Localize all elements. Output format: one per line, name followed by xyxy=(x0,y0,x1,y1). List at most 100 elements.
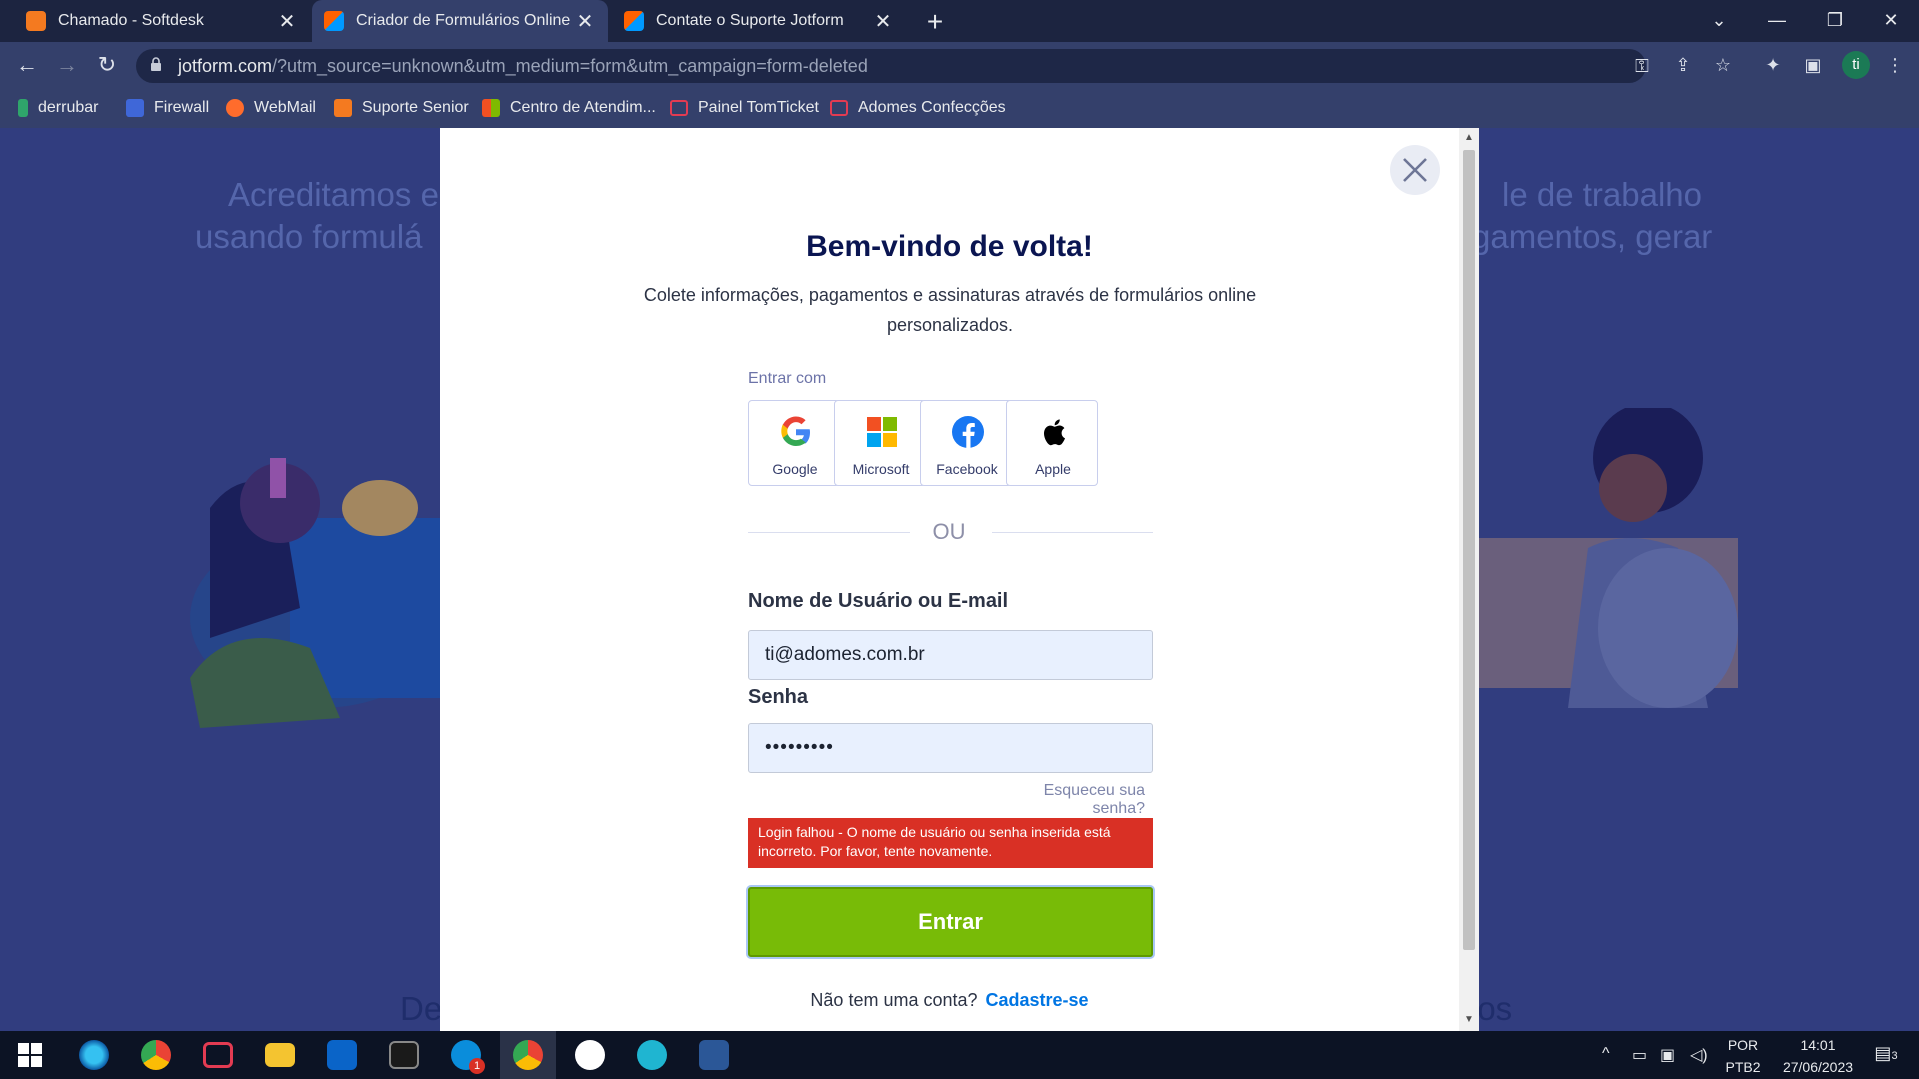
jotform-icon xyxy=(324,11,344,31)
bookmark-centro-atendimento[interactable]: Centro de Atendim... xyxy=(482,88,656,128)
microsoft-login-button[interactable]: Microsoft xyxy=(834,400,926,486)
or-separator: OU xyxy=(932,519,966,544)
tab-jotform-support[interactable]: Contate o Suporte Jotform ✕ xyxy=(610,0,906,42)
close-modal-button[interactable] xyxy=(1390,145,1440,195)
no-account-text: Não tem uma conta? xyxy=(810,990,978,1010)
whatsapp-icon xyxy=(575,1040,605,1070)
tab-jotform-builder[interactable]: Criador de Formulários Online Gr ✕ xyxy=(312,0,608,42)
background-heading: gamentos, gerar xyxy=(1472,218,1713,255)
signup-link[interactable]: Cadastre-se xyxy=(986,990,1089,1010)
firewall-icon xyxy=(126,99,144,117)
leaf-icon xyxy=(18,99,28,117)
taskbar-outlook[interactable] xyxy=(314,1031,370,1079)
bookmark-adomes[interactable]: Adomes Confecções xyxy=(830,88,1006,128)
woman-at-desk-illustration xyxy=(1478,408,1738,708)
bookmark-derrubar[interactable]: derrubar xyxy=(18,88,98,128)
close-tab-icon[interactable]: ✕ xyxy=(572,9,598,34)
side-panel-icon[interactable]: ▣ xyxy=(1798,50,1828,80)
reload-button[interactable]: ↻ xyxy=(92,50,122,80)
username-input[interactable]: ti@adomes.com.br xyxy=(748,630,1153,680)
google-login-button[interactable]: Google xyxy=(748,400,840,486)
tab-search-chevron-icon[interactable]: ⌄ xyxy=(1690,0,1748,42)
login-subtitle: Colete informações, pagamentos e assinat… xyxy=(643,285,1257,335)
folder-icon xyxy=(265,1043,295,1067)
close-window-button[interactable]: ✕ xyxy=(1862,0,1919,42)
page-content: Acreditamos e usando formulá le de traba… xyxy=(0,128,1919,1031)
facebook-login-button[interactable]: Facebook xyxy=(920,400,1012,486)
bookmark-label: derrubar xyxy=(38,99,99,116)
outlook-icon xyxy=(327,1040,357,1070)
profile-avatar[interactable]: ti xyxy=(1842,51,1870,79)
new-tab-button[interactable]: + xyxy=(920,6,950,38)
password-input[interactable]: ••••••••• xyxy=(748,723,1153,773)
forgot-password-link[interactable]: Esqueceu sua senha? xyxy=(990,782,1145,818)
back-button[interactable]: ← xyxy=(12,50,42,80)
bookmark-painel-tomticket[interactable]: Painel TomTicket xyxy=(670,88,819,128)
background-heading: le de trabalho xyxy=(1502,176,1702,213)
taskbar-app[interactable] xyxy=(624,1031,680,1079)
address-bar[interactable]: jotform.com/?utm_source=unknown&utm_medi… xyxy=(136,49,1649,83)
taskbar-file-explorer[interactable] xyxy=(252,1031,308,1079)
scrollbar-thumb[interactable] xyxy=(1463,150,1475,950)
chrome-icon xyxy=(141,1040,171,1070)
language-indicator[interactable]: POR PTB2 xyxy=(1718,1037,1768,1075)
tab-title: Criador de Formulários Online Gr xyxy=(356,12,572,29)
tab-softdesk[interactable]: Chamado - Softdesk ✕ xyxy=(0,0,310,42)
share-icon[interactable]: ⇪ xyxy=(1668,50,1698,80)
forward-button[interactable]: → xyxy=(52,50,82,80)
battery-icon[interactable]: ▭ xyxy=(1632,1045,1647,1065)
scroll-down-arrow-icon[interactable]: ▼ xyxy=(1459,1014,1479,1025)
bookmark-label: Firewall xyxy=(154,99,210,116)
provider-label: Facebook xyxy=(936,461,998,477)
modal-scrollbar[interactable]: ▲ ▼ xyxy=(1459,128,1479,1031)
restore-button[interactable]: ❐ xyxy=(1806,0,1864,42)
extensions-puzzle-icon[interactable]: ✦ xyxy=(1758,50,1788,80)
softdesk-icon xyxy=(26,11,46,31)
bookmark-webmail[interactable]: WebMail xyxy=(226,88,316,128)
password-label: Senha xyxy=(748,686,809,708)
notification-badge: 1 xyxy=(469,1058,485,1074)
clock[interactable]: 14:01 27/06/2023 xyxy=(1770,1037,1866,1075)
scroll-up-arrow-icon[interactable]: ▲ xyxy=(1459,132,1479,143)
url-domain: jotform.com xyxy=(178,56,273,76)
network-icon[interactable]: ▣ xyxy=(1660,1045,1675,1065)
senior-icon xyxy=(334,99,352,117)
bookmark-label: WebMail xyxy=(254,99,316,116)
submit-login-button[interactable]: Entrar xyxy=(748,887,1153,957)
tray-chevron-icon[interactable]: ^ xyxy=(1602,1045,1610,1063)
taskbar-edge[interactable] xyxy=(66,1031,122,1079)
taskbar-terminal[interactable] xyxy=(376,1031,432,1079)
divider-right xyxy=(992,532,1153,533)
taskbar-whatsapp[interactable] xyxy=(562,1031,618,1079)
start-button[interactable] xyxy=(2,1031,58,1079)
taskbar-chrome-profile[interactable] xyxy=(500,1031,556,1079)
close-tab-icon[interactable]: ✕ xyxy=(274,9,300,34)
word-icon xyxy=(699,1040,729,1070)
taskbar-word[interactable] xyxy=(686,1031,742,1079)
chat-icon xyxy=(830,100,848,116)
chat-bubble-icon xyxy=(203,1042,233,1068)
taskbar-chrome[interactable] xyxy=(128,1031,184,1079)
chat-icon xyxy=(670,100,688,116)
key-icon[interactable]: ⚿ xyxy=(1630,54,1654,78)
provider-label: Google xyxy=(772,461,818,477)
apple-login-button[interactable]: Apple xyxy=(1006,400,1098,486)
volume-icon[interactable]: ◁) xyxy=(1690,1045,1708,1065)
bookmark-star-icon[interactable]: ☆ xyxy=(1708,50,1738,80)
login-title: Bem-vindo de volta! xyxy=(806,230,1093,263)
menu-kebab-icon[interactable]: ⋮ xyxy=(1880,50,1910,80)
minimize-button[interactable]: — xyxy=(1748,0,1806,42)
notification-center-icon[interactable]: ▤3 xyxy=(1870,1043,1902,1064)
bookmark-firewall[interactable]: Firewall xyxy=(126,88,209,128)
taskbar-tomticket[interactable] xyxy=(190,1031,246,1079)
facebook-icon xyxy=(952,416,984,448)
skype-icon: 1 xyxy=(451,1040,485,1074)
tab-title: Contate o Suporte Jotform xyxy=(656,12,844,29)
browser-toolbar: ← → ↻ jotform.com/?utm_source=unknown&ut… xyxy=(0,42,1919,88)
taskbar-skype[interactable]: 1 xyxy=(438,1031,494,1079)
close-tab-icon[interactable]: ✕ xyxy=(870,9,896,34)
background-heading: De xyxy=(400,990,443,1027)
bookmark-suporte-senior[interactable]: Suporte Senior xyxy=(334,88,469,128)
cpanel-icon xyxy=(226,99,244,117)
divider-left xyxy=(748,532,910,533)
